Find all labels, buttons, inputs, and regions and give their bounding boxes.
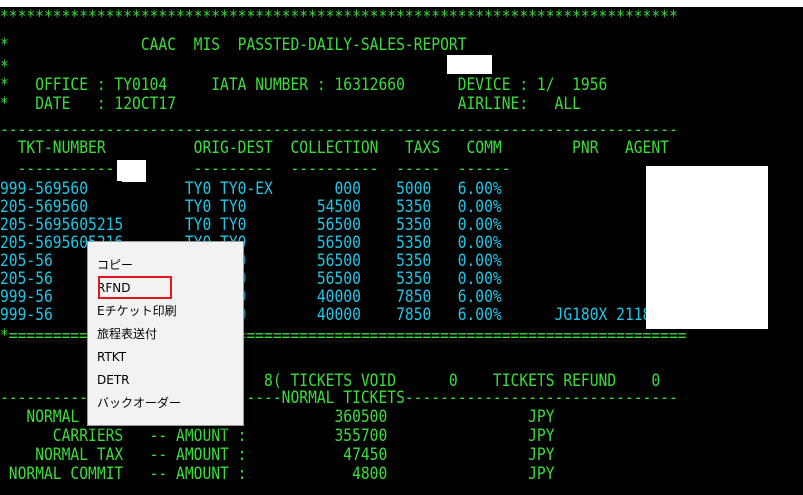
redaction-mask	[447, 55, 492, 74]
office-line: * OFFICE : TY0104 IATA NUMBER : 16312660…	[0, 75, 608, 95]
hidden-digits	[100, 181, 122, 217]
menu-item-detr[interactable]: DETR	[97, 369, 130, 391]
carriers-line: CARRIERS -- AMOUNT : 355700 JPY	[0, 426, 555, 446]
window-top-edge	[0, 0, 803, 7]
redaction-mask	[117, 160, 146, 182]
context-menu: コピー RFND Eチケット印刷 旅程表送付 RTKT DETR バックオーダー	[87, 241, 244, 426]
menu-item-back-order[interactable]: バックオーダー	[97, 392, 181, 414]
column-underline: -------------- --------- ---------- ----…	[0, 159, 511, 179]
terminal-window[interactable]: ****************************************…	[0, 0, 803, 495]
menu-item-copy[interactable]: コピー	[97, 254, 133, 276]
normal-tax-line: NORMAL TAX -- AMOUNT : 47450 JPY	[0, 445, 555, 465]
redaction-mask	[646, 166, 768, 329]
menu-item-rtkt[interactable]: RTKT	[97, 346, 126, 368]
column-headers: TKT-NUMBER ORIG-DEST COLLECTION TAXS COM…	[0, 138, 669, 158]
normal-fare-line: NORMAL FARE -- AMOUNT : 360500 JPY	[0, 407, 555, 427]
date-line: * DATE : 12OCT17 AIRLINE: ALL	[0, 94, 581, 114]
report-title-line: * CAAC MIS PASSTED-DAILY-SALES-REPORT	[0, 35, 467, 55]
menu-item-eticket-print[interactable]: Eチケット印刷	[97, 300, 177, 322]
menu-item-itinerary-send[interactable]: 旅程表送付	[97, 323, 157, 345]
rfnd-highlight-box	[98, 276, 172, 299]
border-asterisk-line: ****************************************…	[0, 7, 678, 27]
normal-commit-line: NORMAL COMMIT -- AMOUNT : 4800 JPY	[0, 464, 555, 484]
